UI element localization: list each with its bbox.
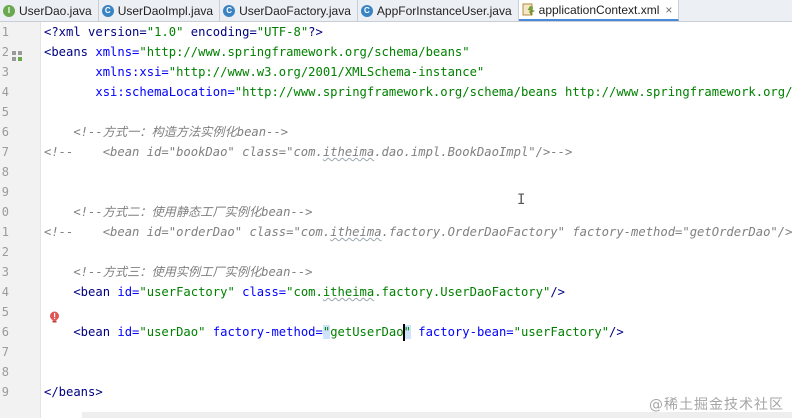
code-line-16: <bean id="userDao" factory-method="getUs… — [44, 325, 624, 339]
line-number: 4 — [1, 85, 9, 99]
tab-label: UserDao.java — [19, 3, 92, 18]
interface-icon: I — [3, 4, 15, 17]
mouse-ibeam-cursor: I — [517, 192, 526, 208]
line-number: 8 — [1, 165, 9, 179]
line-number: 9 — [1, 185, 9, 199]
watermark: @稀土掘金技术社区 — [649, 397, 784, 413]
code-editor[interactable]: <?xml version="1.0" encoding="UTF-8"?> <… — [41, 22, 792, 418]
code-line-10-comment: <!--方式二：使用静态工厂实例化bean--> — [44, 205, 313, 219]
line-number: 0 — [1, 205, 9, 219]
line-number: 2 — [1, 245, 9, 259]
code-line-1: <?xml version="1.0" encoding="UTF-8"?> — [44, 25, 323, 39]
tab-appforinstanceuser-java[interactable]: C AppForInstanceUser.java — [358, 0, 519, 21]
code-line-3: xmlns:xsi="http://www.w3.org/2001/XMLSch… — [95, 65, 485, 79]
code-line-7-comment: <!-- <bean id="bookDao" class="com.ithei… — [44, 145, 573, 159]
line-number-gutter: 1 2 3 4 5 6 7 8 9 0 1 2 3 4 5 6 7 8 9 — [0, 22, 41, 418]
line-number: 5 — [1, 105, 9, 119]
spring-bean-icon[interactable] — [12, 46, 22, 65]
line-number: 3 — [1, 265, 9, 279]
code-line-4: xsi:schemaLocation="http://www.springfra… — [95, 85, 792, 99]
line-number: 5 — [1, 305, 9, 319]
line-number: 1 — [1, 225, 9, 239]
tab-userdaoimpl-java[interactable]: C UserDaoImpl.java — [99, 0, 221, 21]
text-caret — [403, 324, 405, 341]
line-number: 8 — [1, 365, 9, 379]
code-line-11-comment: <!-- <bean id="orderDao" class="com.ithe… — [44, 225, 792, 239]
line-number: 1 — [1, 25, 9, 39]
line-number: 7 — [1, 345, 9, 359]
editor-tab-bar: I UserDao.java C UserDaoImpl.java C User… — [0, 0, 792, 22]
line-number: 6 — [1, 125, 9, 139]
code-line-13-comment: <!--方式三：使用实例工厂实例化bean--> — [44, 265, 313, 279]
horizontal-scrollbar[interactable] — [82, 412, 792, 418]
line-number: 9 — [1, 385, 9, 399]
tab-userdaofactory-java[interactable]: C UserDaoFactory.java — [220, 0, 358, 21]
xml-file-icon — [522, 3, 535, 16]
line-number: 2 — [1, 45, 9, 59]
code-line-14: <bean id="userFactory" class="com.itheim… — [44, 285, 566, 299]
tab-label: UserDaoFactory.java — [239, 3, 351, 18]
tab-userdao-java[interactable]: I UserDao.java — [0, 0, 99, 21]
code-line-6-comment: <!--方式一：构造方法实例化bean--> — [44, 125, 289, 139]
tab-applicationcontext-xml[interactable]: applicationContext.xml × — [518, 0, 680, 21]
error-indicator-icon[interactable] — [49, 309, 60, 328]
line-number: 6 — [1, 325, 9, 339]
class-icon: C — [101, 4, 114, 17]
line-number: 4 — [1, 285, 9, 299]
tab-label: applicationContext.xml — [538, 2, 660, 17]
line-number: 3 — [1, 65, 9, 79]
close-tab-icon[interactable]: × — [665, 3, 672, 17]
code-line-19: </beans> — [44, 385, 103, 399]
tab-label: UserDaoImpl.java — [117, 3, 214, 18]
class-icon: C — [360, 4, 373, 17]
line-number: 7 — [1, 145, 9, 159]
class-icon: C — [223, 4, 236, 17]
code-line-2: <beans xmlns="http://www.springframework… — [44, 45, 470, 59]
tab-label: AppForInstanceUser.java — [376, 3, 512, 18]
